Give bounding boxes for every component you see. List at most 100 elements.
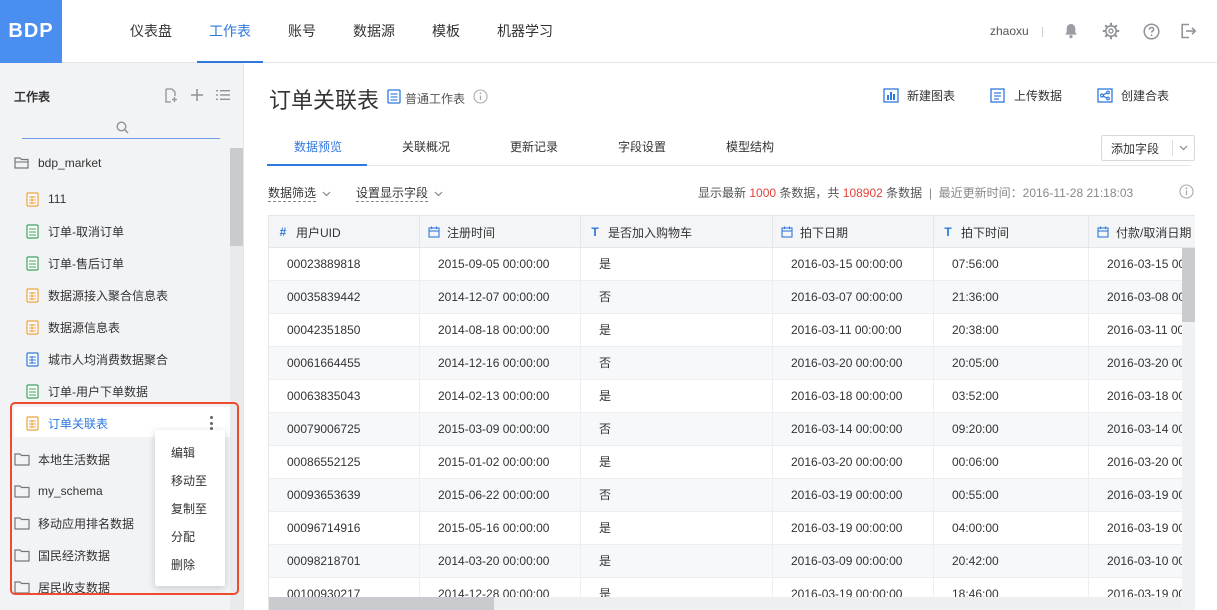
table-cell[interactable]: 00098218701 <box>269 545 420 577</box>
plus-icon[interactable] <box>188 87 206 103</box>
table-row[interactable]: 00079006725 2015-03-09 00:00:00 否 2016-03-1… <box>269 413 1195 446</box>
worksheet-item[interactable]: 订单-用户下单数据 <box>24 381 148 401</box>
table-cell[interactable]: 2016-03-20 00:00:00 <box>1089 446 1195 478</box>
table-cell[interactable]: 2016-03-19 00:00:00 <box>773 479 934 511</box>
table-cell[interactable]: 2014-08-18 00:00:00 <box>420 314 581 346</box>
table-cell[interactable]: 2014-12-07 00:00:00 <box>420 281 581 313</box>
table-cell[interactable]: 是 <box>581 314 773 346</box>
table-cell[interactable]: 00079006725 <box>269 413 420 445</box>
create-join-button[interactable]: 创建合表 <box>1097 87 1169 104</box>
table-cell[interactable]: 2016-03-08 00:00:00 <box>1089 281 1195 313</box>
table-cell[interactable]: 00086552125 <box>269 446 420 478</box>
table-row[interactable]: 00023889818 2015-09-05 00:00:00 是 2016-03-1… <box>269 248 1195 281</box>
table-cell[interactable]: 00:55:00 <box>934 479 1089 511</box>
table-cell[interactable]: 2015-01-02 00:00:00 <box>420 446 581 478</box>
table-row[interactable]: 00063835043 2014-02-13 00:00:00 是 2016-03-1… <box>269 380 1195 413</box>
table-cell[interactable]: 00023889818 <box>269 248 420 280</box>
table-row[interactable]: 00098218701 2014-03-20 00:00:00 是 2016-03-0… <box>269 545 1195 578</box>
worksheet-item[interactable]: 城市人均消费数据聚合 <box>24 349 168 369</box>
table-cell[interactable]: 2016-03-19 00:00:00 <box>773 512 934 544</box>
nav-template[interactable]: 模板 <box>420 0 472 63</box>
worksheet-item[interactable]: 订单-取消订单 <box>24 221 124 241</box>
table-cell[interactable]: 2015-09-05 00:00:00 <box>420 248 581 280</box>
column-header[interactable]: T 是否加入购物车 <box>581 216 773 248</box>
table-cell[interactable]: 2016-03-14 00:00:00 <box>1089 413 1195 445</box>
display-fields-button[interactable]: 设置显示字段 <box>356 184 443 202</box>
info-icon[interactable] <box>1179 184 1194 202</box>
menu-item-delete[interactable]: 删除 <box>171 556 195 573</box>
nav-dashboard[interactable]: 仪表盘 <box>118 0 184 63</box>
table-cell[interactable]: 否 <box>581 347 773 379</box>
folder-bdp-market[interactable]: bdp_market <box>14 153 101 173</box>
worksheet-item[interactable]: 数据源信息表 <box>24 317 120 337</box>
table-cell[interactable]: 2014-12-16 00:00:00 <box>420 347 581 379</box>
sidebar-search[interactable] <box>22 119 220 139</box>
data-filter-button[interactable]: 数据筛选 <box>268 184 331 202</box>
table-cell[interactable]: 00042351850 <box>269 314 420 346</box>
nav-datasource[interactable]: 数据源 <box>341 0 407 63</box>
tab-field-settings[interactable]: 字段设置 <box>618 138 666 155</box>
username[interactable]: zhaoxu <box>990 24 1029 38</box>
table-row[interactable]: 00061664455 2014-12-16 00:00:00 否 2016-03-2… <box>269 347 1195 380</box>
table-cell[interactable]: 2016-03-14 00:00:00 <box>773 413 934 445</box>
add-field-dropdown[interactable]: 添加字段 <box>1101 135 1195 161</box>
table-cell[interactable]: 2016-03-11 00:00:00 <box>1089 314 1195 346</box>
nav-account[interactable]: 账号 <box>276 0 328 63</box>
column-header[interactable]: 拍下日期 <box>773 216 934 248</box>
table-cell[interactable]: 07:56:00 <box>934 248 1089 280</box>
tab-relation-overview[interactable]: 关联概况 <box>402 138 450 155</box>
menu-item-copy[interactable]: 复制至 <box>171 500 207 517</box>
column-header[interactable]: 注册时间 <box>420 216 581 248</box>
table-cell[interactable]: 03:52:00 <box>934 380 1089 412</box>
table-cell[interactable]: 04:00:00 <box>934 512 1089 544</box>
table-cell[interactable]: 2016-03-15 00:00:00 <box>1089 248 1195 280</box>
sidebar-scroll-thumb[interactable] <box>230 148 243 246</box>
table-cell[interactable]: 2016-03-20 00:00:00 <box>1089 347 1195 379</box>
table-cell[interactable]: 00061664455 <box>269 347 420 379</box>
table-cell[interactable]: 00093653639 <box>269 479 420 511</box>
upload-data-button[interactable]: 上传数据 <box>990 87 1062 104</box>
nav-worksheet[interactable]: 工作表 <box>197 0 263 63</box>
worksheet-item[interactable]: 订单-售后订单 <box>24 253 124 273</box>
table-cell[interactable]: 2016-03-11 00:00:00 <box>773 314 934 346</box>
table-cell[interactable]: 09:20:00 <box>934 413 1089 445</box>
table-cell[interactable]: 2015-05-16 00:00:00 <box>420 512 581 544</box>
list-icon[interactable] <box>214 87 232 103</box>
logo[interactable]: BDP <box>0 0 62 63</box>
table-cell[interactable]: 21:36:00 <box>934 281 1089 313</box>
column-header[interactable]: T 拍下时间 <box>934 216 1089 248</box>
table-cell[interactable]: 2016-03-20 00:00:00 <box>773 347 934 379</box>
table-cell[interactable]: 2016-03-19 00:00:00 <box>1089 512 1195 544</box>
table-cell[interactable]: 是 <box>581 446 773 478</box>
bell-icon[interactable] <box>1060 20 1082 42</box>
new-chart-button[interactable]: 新建图表 <box>883 87 955 104</box>
table-cell[interactable]: 2016-03-18 00:00:00 <box>773 380 934 412</box>
table-cell[interactable]: 是 <box>581 512 773 544</box>
table-row[interactable]: 00035839442 2014-12-07 00:00:00 否 2016-03-0… <box>269 281 1195 314</box>
table-cell[interactable]: 20:38:00 <box>934 314 1089 346</box>
table-row[interactable]: 00042351850 2014-08-18 00:00:00 是 2016-03-1… <box>269 314 1195 347</box>
tab-data-preview[interactable]: 数据预览 <box>294 138 342 155</box>
table-row[interactable]: 00096714916 2015-05-16 00:00:00 是 2016-03-1… <box>269 512 1195 545</box>
table-cell[interactable]: 2016-03-09 00:00:00 <box>773 545 934 577</box>
table-cell[interactable]: 2016-03-20 00:00:00 <box>773 446 934 478</box>
table-cell[interactable]: 是 <box>581 545 773 577</box>
table-cell[interactable]: 否 <box>581 281 773 313</box>
table-cell[interactable]: 20:42:00 <box>934 545 1089 577</box>
table-cell[interactable]: 2016-03-18 00:00:00 <box>1089 380 1195 412</box>
table-row[interactable]: 00093653639 2015-06-22 00:00:00 否 2016-03-1… <box>269 479 1195 512</box>
nav-machine-learning[interactable]: 机器学习 <box>485 0 565 63</box>
worksheet-item[interactable]: 数据源接入聚合信息表 <box>24 285 168 305</box>
table-cell[interactable]: 20:05:00 <box>934 347 1089 379</box>
table-cell[interactable]: 00096714916 <box>269 512 420 544</box>
column-header[interactable]: # 用户UID <box>269 216 420 248</box>
tab-update-log[interactable]: 更新记录 <box>510 138 558 155</box>
gear-icon[interactable] <box>1100 20 1122 42</box>
table-cell[interactable]: 2015-03-09 00:00:00 <box>420 413 581 445</box>
menu-item-move[interactable]: 移动至 <box>171 472 207 489</box>
table-cell[interactable]: 00:06:00 <box>934 446 1089 478</box>
column-header[interactable]: 付款/取消日期 <box>1089 216 1195 248</box>
table-vertical-scroll-thumb[interactable] <box>1182 248 1195 322</box>
table-cell[interactable]: 2016-03-19 00:00:00 <box>1089 479 1195 511</box>
table-cell[interactable]: 2016-03-10 00:00:00 <box>1089 545 1195 577</box>
